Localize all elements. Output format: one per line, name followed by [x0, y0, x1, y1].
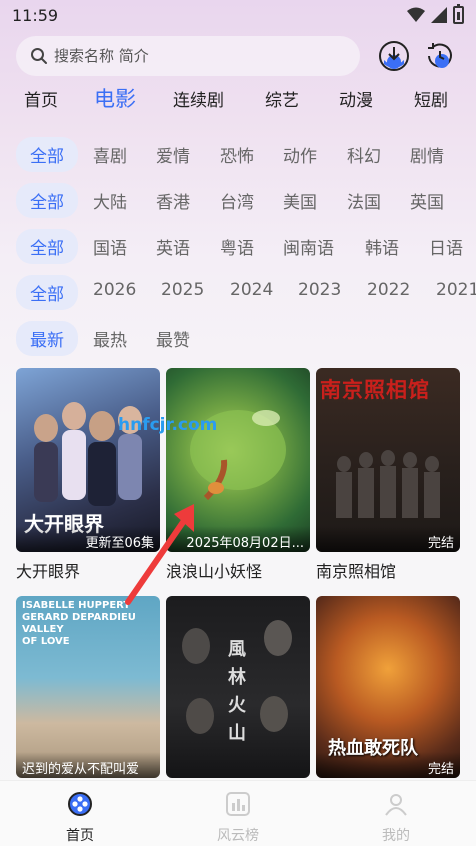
- language-chip[interactable]: 韩语: [365, 234, 399, 259]
- download-icon[interactable]: [378, 40, 410, 72]
- tab-series[interactable]: 连续剧: [173, 86, 224, 111]
- movie-title[interactable]: 南京照相馆: [316, 558, 460, 582]
- year-chip[interactable]: 2021: [436, 280, 476, 300]
- genre-chip[interactable]: 剧情: [410, 142, 444, 167]
- movie-card[interactable]: 热血敢死队 完结: [316, 596, 460, 778]
- bottom-nav-label: 我的: [382, 828, 410, 844]
- site-watermark: hnfcjr.com: [118, 415, 218, 435]
- status-bar: 11:59: [0, 0, 476, 34]
- genre-chip[interactable]: 恐怖: [220, 142, 254, 167]
- year-chip[interactable]: 2026: [93, 280, 136, 300]
- year-chip[interactable]: 2022: [367, 280, 410, 300]
- movie-poster[interactable]: 南京照相馆 完结: [316, 368, 460, 552]
- search-row: [16, 36, 460, 78]
- genre-chip-all[interactable]: 全部: [16, 137, 78, 172]
- region-chip[interactable]: 法国: [347, 188, 381, 213]
- home-icon: [68, 792, 92, 816]
- search-box[interactable]: [16, 36, 360, 76]
- tab-short-drama[interactable]: 短剧: [414, 86, 448, 111]
- genre-chip[interactable]: 科幻: [347, 142, 381, 167]
- wifi-icon: [407, 7, 425, 22]
- status-time: 11:59: [12, 6, 59, 25]
- bottom-nav-chart[interactable]: 风云榜: [198, 791, 278, 845]
- status-badge: 完结: [316, 752, 460, 778]
- sort-chip-hottest[interactable]: 最热: [93, 326, 127, 351]
- bottom-nav: 首页 风云榜 我的: [0, 780, 476, 846]
- profile-icon: [385, 794, 407, 816]
- bottom-nav-home[interactable]: 首页: [40, 791, 120, 845]
- tab-variety[interactable]: 综艺: [265, 86, 299, 111]
- genre-filter-row: 全部 喜剧 爱情 恐怖 动作 科幻 剧情: [0, 137, 476, 175]
- region-chip[interactable]: 香港: [156, 188, 190, 213]
- language-filter-row: 全部 国语 英语 粤语 闽南语 韩语 日语: [0, 229, 476, 267]
- status-badge: 完结: [316, 526, 460, 552]
- bottom-nav-profile[interactable]: 我的: [356, 791, 436, 845]
- bottom-nav-label: 首页: [66, 828, 94, 844]
- year-chip[interactable]: 2023: [298, 280, 341, 300]
- language-chip-all[interactable]: 全部: [16, 229, 78, 264]
- genre-chip[interactable]: 爱情: [156, 142, 190, 167]
- poster-art: [336, 450, 440, 518]
- chart-icon: [226, 792, 250, 816]
- region-chip[interactable]: 台湾: [220, 188, 254, 213]
- region-chip[interactable]: 美国: [283, 188, 317, 213]
- bottom-nav-label: 风云榜: [217, 828, 259, 844]
- search-icon: [31, 48, 47, 64]
- movie-poster[interactable]: 風林火山: [166, 596, 310, 778]
- region-chip-all[interactable]: 全部: [16, 183, 78, 218]
- sort-chip-most-liked[interactable]: 最赞: [156, 326, 190, 351]
- language-chip[interactable]: 日语: [429, 234, 463, 259]
- region-chip[interactable]: 大陆: [93, 188, 127, 213]
- genre-chip[interactable]: 喜剧: [93, 142, 127, 167]
- battery-icon: [453, 4, 464, 24]
- language-chip[interactable]: 国语: [93, 234, 127, 259]
- category-tabs: 首页 电影 连续剧 综艺 动漫 短剧: [0, 86, 476, 120]
- language-chip[interactable]: 粤语: [220, 234, 254, 259]
- year-chip[interactable]: 2024: [230, 280, 273, 300]
- tab-anime[interactable]: 动漫: [339, 86, 373, 111]
- year-chip[interactable]: 2025: [161, 280, 204, 300]
- tab-home[interactable]: 首页: [24, 86, 58, 111]
- history-icon[interactable]: [424, 40, 456, 72]
- annotation-arrow-icon: [125, 504, 194, 605]
- language-chip[interactable]: 闽南语: [283, 234, 334, 259]
- signal-icon: [431, 7, 447, 23]
- search-input[interactable]: [54, 47, 334, 65]
- sort-filter-row: 最新 最热 最赞: [0, 321, 476, 359]
- movie-card[interactable]: 南京照相馆 完结 南京照相馆: [316, 368, 460, 582]
- sort-chip-latest[interactable]: 最新: [16, 321, 78, 356]
- movie-poster[interactable]: ISABELLE HUPPERT GERARD DEPARDIEU VALLEY…: [16, 596, 160, 778]
- movie-poster[interactable]: 热血敢死队 完结: [316, 596, 460, 778]
- year-filter-row: 全部 2026 2025 2024 2023 2022 2021: [0, 275, 476, 313]
- region-chip[interactable]: 英国: [410, 188, 444, 213]
- status-icons: [407, 4, 464, 24]
- year-chip-all[interactable]: 全部: [16, 275, 78, 310]
- poster-title-text: 風林火山: [228, 639, 246, 744]
- movie-card[interactable]: ISABELLE HUPPERT GERARD DEPARDIEU VALLEY…: [16, 596, 160, 778]
- genre-chip[interactable]: 动作: [283, 142, 317, 167]
- movie-card[interactable]: 風林火山: [166, 596, 310, 778]
- region-filter-row: 全部 大陆 香港 台湾 美国 法国 英国: [0, 183, 476, 221]
- subtitle-badge: 迟到的爱从不配叫爱: [16, 752, 160, 778]
- language-chip[interactable]: 英语: [156, 234, 190, 259]
- tab-movie[interactable]: 电影: [94, 83, 136, 113]
